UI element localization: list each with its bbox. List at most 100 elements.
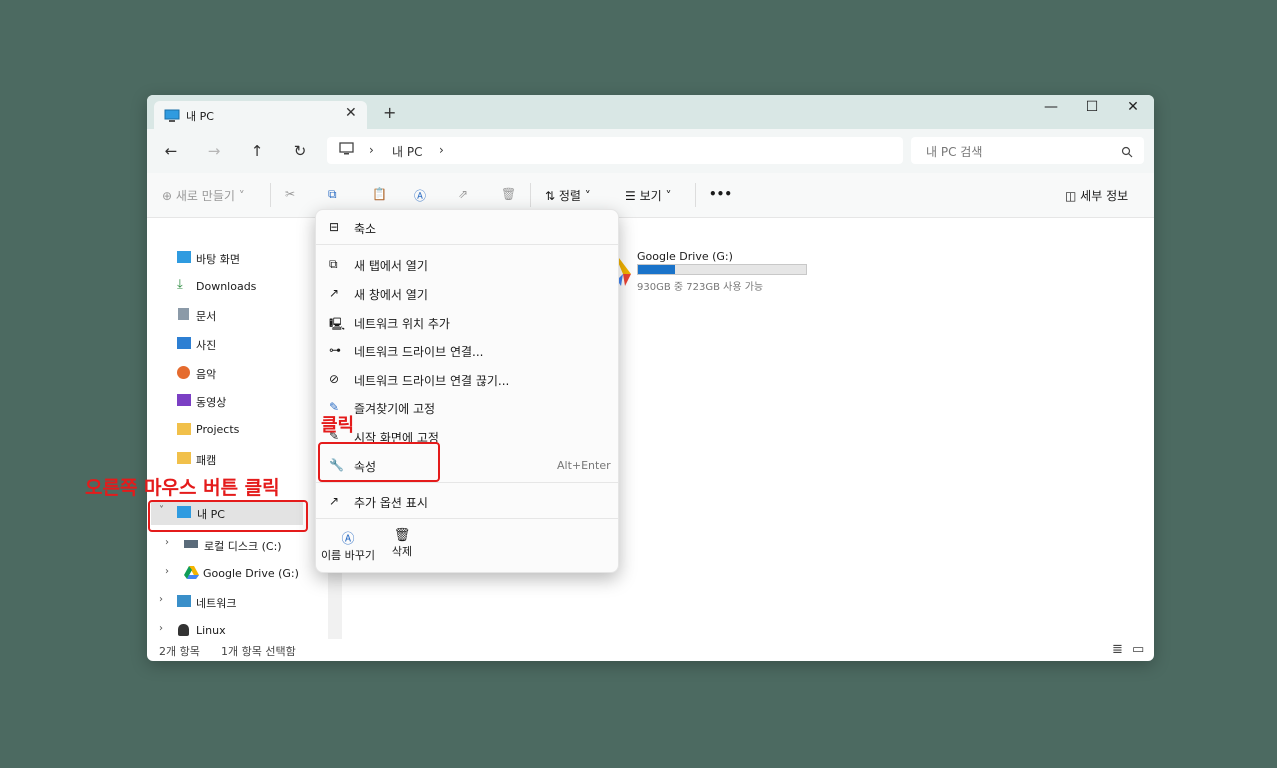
sidebar-item-pictures[interactable]: 사진 bbox=[147, 332, 327, 356]
menu-item-label: 새 탭에서 열기 bbox=[354, 259, 428, 273]
drive-name[interactable]: Google Drive (G:) bbox=[637, 250, 733, 263]
new-tab-button[interactable]: + bbox=[383, 103, 396, 122]
menu-item-open-new-tab[interactable]: ⧉ 새 탭에서 열기 bbox=[316, 251, 618, 277]
menu-item-label: 추가 옵션 표시 bbox=[354, 496, 428, 510]
sidebar-item-google-drive[interactable]: › Google Drive (G:) bbox=[147, 562, 327, 586]
toolbar-divider bbox=[530, 183, 531, 207]
sidebar-item-music[interactable]: 음악 bbox=[147, 361, 327, 385]
sidebar-item-local-disk[interactable]: › 로컬 디스크 (C:) bbox=[147, 533, 327, 557]
details-pane-icon: ◫ bbox=[1065, 189, 1077, 203]
menu-item-collapse[interactable]: ⊟ 축소 bbox=[316, 214, 618, 240]
selection-count: 1개 항목 선택함 bbox=[221, 645, 296, 658]
menu-separator bbox=[316, 244, 618, 245]
copy-icon[interactable]: ⧉ bbox=[328, 187, 337, 202]
rename-icon: Ⓐ bbox=[341, 532, 355, 547]
more-options-button[interactable]: ••• bbox=[709, 187, 732, 201]
sidebar-item-label: 동영상 bbox=[196, 396, 227, 409]
menu-item-map-network-drive[interactable]: ⊶ 네트워크 드라이브 연결... bbox=[316, 337, 618, 363]
navigation-pane: 바탕 화면 ⤓ Downloads 문서 사진 음악 동영상 Projects bbox=[147, 231, 327, 641]
menu-separator bbox=[316, 482, 618, 483]
minimize-button[interactable]: — bbox=[1036, 99, 1066, 115]
paste-icon[interactable]: 📋 bbox=[372, 187, 387, 201]
drive-usage-bar bbox=[637, 264, 807, 275]
new-label: 새로 만들기 bbox=[175, 189, 235, 203]
chevron-right-icon[interactable]: › bbox=[165, 566, 169, 577]
sidebar-item-documents[interactable]: 문서 bbox=[147, 303, 327, 327]
close-button[interactable]: ✕ bbox=[1118, 99, 1148, 115]
sidebar-item-videos[interactable]: 동영상 bbox=[147, 389, 327, 413]
forward-button[interactable]: → bbox=[203, 142, 225, 160]
details-view-icon[interactable]: ≣ bbox=[1112, 642, 1123, 657]
menu-item-open-new-window[interactable]: ↗ 새 창에서 열기 bbox=[316, 280, 618, 306]
maximize-button[interactable]: ☐ bbox=[1077, 99, 1107, 115]
details-button[interactable]: ◫ 세부 정보 bbox=[1065, 187, 1128, 204]
breadcrumb-chevron: › bbox=[369, 143, 374, 157]
menu-item-label: 네트워크 드라이브 연결 끊기... bbox=[354, 374, 510, 388]
more-options-icon: ↗ bbox=[329, 494, 340, 508]
address-field[interactable]: › 내 PC › bbox=[327, 137, 903, 164]
sidebar-item-projects[interactable]: Projects bbox=[147, 418, 327, 442]
breadcrumb-my-pc[interactable]: 내 PC bbox=[392, 143, 422, 160]
details-label: 세부 정보 bbox=[1080, 189, 1129, 203]
new-button[interactable]: ⊕ 새로 만들기 ˅ bbox=[162, 187, 245, 204]
download-icon: ⤓ bbox=[177, 277, 183, 292]
properties-shortcut: Alt+Enter bbox=[557, 459, 611, 472]
sidebar-item-label: Downloads bbox=[196, 280, 257, 293]
view-icon: ☰ bbox=[625, 189, 636, 203]
sidebar-item-label: Linux bbox=[196, 624, 226, 637]
view-button[interactable]: ☰ 보기 ˅ bbox=[625, 187, 672, 204]
desktop-icon bbox=[177, 251, 191, 263]
file-explorer-window: 내 PC ✕ + — ☐ ✕ ← → ↑ ↻ › 내 PC › 내 PC 검색 bbox=[147, 95, 1154, 661]
linux-penguin-icon bbox=[178, 624, 189, 636]
refresh-button[interactable]: ↻ bbox=[289, 142, 311, 160]
chevron-right-icon[interactable]: › bbox=[165, 537, 169, 548]
menu-delete-button[interactable]: 🗑 삭제 bbox=[386, 528, 418, 559]
menu-item-more-options[interactable]: ↗ 추가 옵션 표시 bbox=[316, 488, 618, 514]
sidebar-item-network[interactable]: › 네트워크 bbox=[147, 590, 327, 614]
share-icon[interactable]: ⇗ bbox=[458, 187, 468, 201]
open-new-tab-icon: ⧉ bbox=[329, 257, 338, 271]
sort-button[interactable]: ⇅ 정렬 ˅ bbox=[545, 187, 591, 204]
menu-rename-button[interactable]: Ⓐ 이름 바꾸기 bbox=[319, 528, 377, 563]
delete-icon[interactable]: 🗑 bbox=[501, 187, 516, 201]
breadcrumb-chevron-end[interactable]: › bbox=[439, 143, 444, 157]
menu-item-pin-quick-access[interactable]: ✎ 즐겨찾기에 고정 bbox=[316, 394, 618, 420]
collapse-icon: ⊟ bbox=[329, 220, 340, 234]
tab-my-pc[interactable]: 내 PC ✕ bbox=[154, 101, 367, 129]
search-placeholder: 내 PC 검색 bbox=[926, 145, 983, 159]
menu-item-label: 축소 bbox=[354, 222, 377, 236]
item-count: 2개 항목 bbox=[159, 645, 200, 658]
chevron-right-icon[interactable]: › bbox=[159, 594, 163, 605]
status-bar: 2개 항목 1개 항목 선택함 ≣ ▭ bbox=[147, 639, 1154, 661]
menu-item-disconnect-network-drive[interactable]: ⊘ 네트워크 드라이브 연결 끊기... bbox=[316, 366, 618, 392]
click-highlight-box bbox=[318, 442, 440, 482]
sidebar-item-desktop[interactable]: 바탕 화면 bbox=[147, 246, 327, 270]
monitor-icon bbox=[164, 108, 180, 127]
search-field[interactable]: 내 PC 검색 bbox=[911, 137, 1144, 164]
back-button[interactable]: ← bbox=[160, 142, 182, 160]
sidebar-item-downloads[interactable]: ⤓ Downloads bbox=[147, 275, 327, 299]
disconnect-drive-icon: ⊘ bbox=[329, 372, 340, 386]
sidebar-item-label: 네트워크 bbox=[196, 597, 237, 610]
cut-icon[interactable]: ✂ bbox=[285, 187, 295, 201]
google-drive-icon bbox=[184, 566, 199, 582]
menu-item-label: 네트워크 드라이브 연결... bbox=[354, 345, 484, 359]
sidebar-item-fastcampus[interactable]: 패캠 bbox=[147, 447, 327, 471]
rename-icon[interactable]: Ⓐ bbox=[414, 187, 426, 204]
network-location-icon: 🖳 bbox=[329, 317, 346, 331]
toolbar-divider bbox=[695, 183, 696, 207]
sidebar-item-label: 문서 bbox=[196, 310, 217, 323]
up-button[interactable]: ↑ bbox=[246, 142, 268, 160]
folder-icon bbox=[177, 423, 191, 435]
search-icon bbox=[1121, 143, 1133, 162]
sidebar-item-label: Projects bbox=[196, 423, 240, 436]
rename-label: 이름 바꾸기 bbox=[320, 549, 376, 562]
menu-item-add-network-location[interactable]: 🖳 네트워크 위치 추가 bbox=[316, 309, 618, 335]
context-menu: ⊟ 축소 ⧉ 새 탭에서 열기 ↗ 새 창에서 열기 🖳 네트워크 위치 추가 … bbox=[315, 209, 619, 573]
tiles-view-icon[interactable]: ▭ bbox=[1132, 642, 1144, 657]
network-icon bbox=[177, 595, 191, 607]
tab-title: 내 PC bbox=[186, 110, 214, 123]
chevron-right-icon[interactable]: › bbox=[159, 623, 163, 634]
tab-close-button[interactable]: ✕ bbox=[345, 105, 357, 121]
sidebar-item-label: 로컬 디스크 (C:) bbox=[204, 540, 282, 553]
